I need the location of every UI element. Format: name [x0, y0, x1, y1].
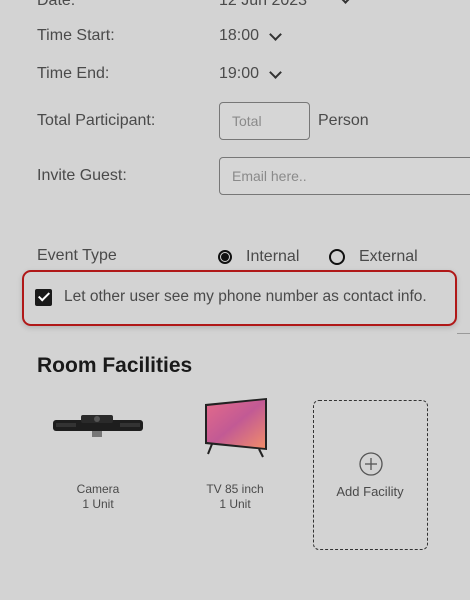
date-value[interactable]: 12 Jun 2023: [219, 0, 307, 10]
add-facility-label: Add Facility: [336, 484, 404, 499]
radio-external-label: External: [359, 248, 418, 265]
facility-qty: 1 Unit: [219, 497, 251, 511]
time-end-label: Time End:: [37, 65, 110, 82]
radio-unselected-icon: [329, 249, 345, 265]
participant-label: Total Participant:: [37, 112, 156, 129]
time-start-select[interactable]: 18:00: [219, 27, 282, 45]
radio-selected-icon: [218, 250, 232, 264]
checkbox-checked-icon[interactable]: [35, 288, 52, 306]
participant-placeholder: Total: [232, 113, 262, 129]
participant-unit: Person: [318, 112, 369, 129]
radio-internal-label: Internal: [246, 248, 300, 265]
plus-circle-icon: [359, 452, 383, 476]
chevron-down-icon: [269, 65, 282, 79]
chevron-down-icon[interactable]: [339, 0, 352, 4]
phone-visibility-checkbox-row[interactable]: Let other user see my phone number as co…: [35, 288, 427, 306]
radio-external[interactable]: External: [329, 248, 418, 266]
facility-qty: 1 Unit: [82, 497, 114, 511]
camera-soundbar-icon: [53, 415, 143, 437]
radio-internal[interactable]: Internal: [218, 248, 299, 266]
facility-card-tv[interactable]: TV 85 inch 1 Unit: [185, 398, 285, 514]
divider: [457, 333, 470, 334]
time-end-value: 19:00: [219, 65, 260, 82]
add-facility-button[interactable]: Add Facility: [313, 400, 428, 550]
invite-email-input[interactable]: Email here..: [219, 157, 470, 195]
phone-visibility-label: Let other user see my phone number as co…: [64, 288, 427, 305]
event-type-label: Event Type: [37, 247, 117, 264]
tv-icon: [205, 398, 267, 458]
time-start-label: Time Start:: [37, 27, 115, 44]
invite-placeholder: Email here..: [232, 168, 307, 184]
section-title: Room Facilities: [37, 354, 193, 377]
time-start-value: 18:00: [219, 27, 260, 44]
facility-name: Camera: [76, 482, 120, 496]
facility-card-camera[interactable]: Camera 1 Unit: [48, 398, 148, 514]
invite-label: Invite Guest:: [37, 167, 127, 184]
time-end-select[interactable]: 19:00: [219, 65, 282, 83]
facility-name: TV 85 inch: [206, 482, 264, 496]
date-label: Date:: [37, 0, 76, 9]
participant-input[interactable]: Total: [219, 102, 310, 140]
chevron-down-icon: [269, 27, 282, 41]
